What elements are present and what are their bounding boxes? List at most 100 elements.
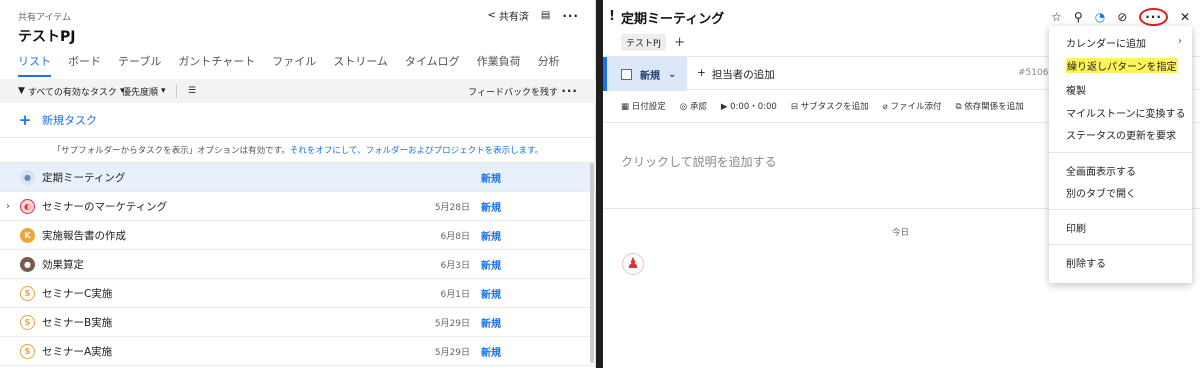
task-name[interactable]: セミナーのマーケティング xyxy=(42,199,167,214)
detail-header-actions: ☆ ⚲ ◔ ⊘ ··· ✕ xyxy=(1051,8,1190,26)
timer-button[interactable]: ▶ 0:00・0:00 xyxy=(721,100,777,112)
avatar: ♟ xyxy=(622,253,644,275)
set-date-button[interactable]: ▦ 日付設定 xyxy=(621,100,666,112)
table-row[interactable]: S セミナーC実施 6月1日 新規 xyxy=(0,279,596,308)
status-badge[interactable]: 新規 xyxy=(481,199,501,214)
menu-item-delete[interactable]: 削除する xyxy=(1066,255,1106,270)
menu-divider xyxy=(1049,152,1192,153)
menu-divider xyxy=(1049,209,1192,210)
task-name[interactable]: 定期ミーティング xyxy=(42,170,125,185)
task-name[interactable]: セミナーC実施 xyxy=(42,286,112,301)
paperclip-icon: ⌀ xyxy=(882,102,891,112)
status-checkbox[interactable] xyxy=(621,68,632,80)
pin-icon[interactable]: ⚲ xyxy=(1074,10,1083,24)
rss-icon[interactable]: ◔ xyxy=(1095,10,1105,24)
clipboard-icon[interactable]: ▤ xyxy=(541,10,550,21)
attach-file-button[interactable]: ⌀ ファイル添付 xyxy=(883,100,942,112)
avatar: K xyxy=(20,227,35,243)
close-icon[interactable]: ✕ xyxy=(1180,10,1190,24)
new-task-button[interactable]: + 新規タスク xyxy=(18,111,97,129)
status-badge[interactable]: 新規 xyxy=(481,228,501,243)
menu-item-request-status[interactable]: ステータスの更新を要求 xyxy=(1066,127,1176,142)
filter-icon: ▼ xyxy=(18,86,25,96)
list-toolbar: ▼ すべての有効なタスク ▾ 優先度順 ▾ ☰ フィードバックを残す ··· xyxy=(0,79,596,103)
more-options-icon[interactable]: ··· xyxy=(562,9,579,23)
notice-link[interactable]: それをオフにして、フォルダーおよびプロジェクトを表示します。 xyxy=(290,144,543,156)
toolbar-divider xyxy=(176,84,177,98)
chevron-right-icon[interactable]: › xyxy=(6,201,10,212)
due-date[interactable]: 6月3日 xyxy=(441,258,470,271)
tab-files[interactable]: ファイル xyxy=(272,53,316,77)
more-options-icon[interactable]: ··· xyxy=(561,84,578,98)
menu-item-fullscreen[interactable]: 全画面表示する xyxy=(1066,163,1136,178)
tab-workload[interactable]: 作業負荷 xyxy=(477,53,521,77)
menu-divider xyxy=(1049,244,1192,245)
menu-item-convert-milestone[interactable]: マイルストーンに変換する xyxy=(1066,105,1186,120)
tab-table[interactable]: テーブル xyxy=(118,53,161,77)
list-options-icon[interactable]: ☰ xyxy=(188,86,196,96)
task-name[interactable]: 実施報告書の作成 xyxy=(42,228,126,243)
task-title[interactable]: 定期ミーティング xyxy=(621,8,724,27)
add-dependency-button[interactable]: ⧉ 依存関係を追加 xyxy=(956,100,1024,112)
status-badge[interactable]: 新規 xyxy=(481,257,501,272)
due-date[interactable]: 6月8日 xyxy=(441,229,470,242)
sort-label: 優先度順 xyxy=(122,87,159,98)
importance-icon[interactable]: ! xyxy=(609,9,615,24)
task-name[interactable]: セミナーB実施 xyxy=(42,315,112,330)
menu-item-recurrence[interactable]: 繰り返しパターンを指定 xyxy=(1066,58,1178,73)
task-name[interactable]: 効果算定 xyxy=(42,257,84,272)
due-date[interactable]: 5月29日 xyxy=(435,316,470,329)
add-assignee-button[interactable]: + 担当者の追加 xyxy=(697,67,775,82)
panel-divider[interactable] xyxy=(596,0,603,368)
scrollbar[interactable] xyxy=(590,163,594,363)
sort-dropdown[interactable]: 優先度順 ▾ xyxy=(122,85,166,98)
filter-label: すべての有効なタスク xyxy=(27,87,117,98)
table-row[interactable]: S セミナーB実施 5月29日 新規 xyxy=(0,308,596,337)
status-badge[interactable]: 新規 xyxy=(481,170,501,185)
due-date[interactable]: 6月1日 xyxy=(441,287,470,300)
table-row[interactable]: K 実施報告書の作成 6月8日 新規 xyxy=(0,221,596,250)
avatar: S xyxy=(20,285,35,301)
status-badge[interactable]: 新規 xyxy=(481,286,501,301)
subtask-icon: ⊟ xyxy=(790,102,801,112)
tab-board[interactable]: ボード xyxy=(68,53,101,77)
breadcrumb[interactable]: 共有アイテム xyxy=(18,10,71,23)
tab-analytics[interactable]: 分析 xyxy=(538,53,560,77)
table-row[interactable]: › ◐ セミナーのマーケティング 5月28日 新規 xyxy=(0,192,596,221)
tab-gantt[interactable]: ガントチャート xyxy=(178,53,255,77)
more-options-icon[interactable]: ··· xyxy=(1139,8,1168,26)
table-row[interactable]: ● 効果算定 6月3日 新規 xyxy=(0,250,596,279)
menu-item-print[interactable]: 印刷 xyxy=(1066,220,1086,235)
project-tag[interactable]: テストPJ xyxy=(621,34,667,51)
due-date[interactable]: 5月29日 xyxy=(435,345,470,358)
menu-item-add-to-calendar[interactable]: カレンダーに追加 xyxy=(1066,35,1146,50)
more-options-menu: カレンダーに追加 › 繰り返しパターンを指定 複製 マイルストーンに変換する ス… xyxy=(1049,26,1192,283)
tab-stream[interactable]: ストリーム xyxy=(333,53,388,77)
tab-timelog[interactable]: タイムログ xyxy=(405,53,460,77)
add-tag-icon[interactable]: + xyxy=(674,35,685,50)
project-title[interactable]: テストPJ xyxy=(18,26,75,46)
add-subtask-button[interactable]: ⊟ サブタスクを追加 xyxy=(791,100,869,112)
filter-dropdown[interactable]: ▼ すべての有効なタスク ▾ xyxy=(18,85,124,98)
menu-item-label: マイルストーンに変換する xyxy=(1066,109,1186,120)
link-icon[interactable]: ⊘ xyxy=(1117,10,1127,24)
tab-list[interactable]: リスト xyxy=(18,53,51,77)
menu-item-open-new-tab[interactable]: 別のタブで開く xyxy=(1066,185,1136,200)
approval-button[interactable]: ◎ 承認 xyxy=(680,100,707,112)
status-badge[interactable]: 新規 xyxy=(481,315,501,330)
status-badge[interactable]: 新規 xyxy=(481,344,501,359)
feedback-link[interactable]: フィードバックを残す xyxy=(468,85,558,98)
menu-item-label: 印刷 xyxy=(1066,224,1086,235)
due-date[interactable]: 5月28日 xyxy=(435,200,470,213)
table-row[interactable]: S セミナーA実施 5月29日 新規 xyxy=(0,337,596,366)
avatar: ● xyxy=(20,256,35,272)
calendar-icon: ▦ xyxy=(621,102,632,112)
menu-item-duplicate[interactable]: 複製 xyxy=(1066,82,1086,97)
play-icon: ▶ xyxy=(720,102,731,112)
share-button[interactable]: < 共有済 xyxy=(487,8,528,23)
task-name[interactable]: セミナーA実施 xyxy=(42,344,112,359)
star-icon[interactable]: ☆ xyxy=(1051,10,1062,24)
status-dropdown[interactable]: 新規 ⌄ xyxy=(607,57,687,91)
table-row[interactable]: ● 定期ミーティング 新規 xyxy=(0,163,596,192)
description-placeholder[interactable]: クリックして説明を追加する xyxy=(621,153,777,170)
